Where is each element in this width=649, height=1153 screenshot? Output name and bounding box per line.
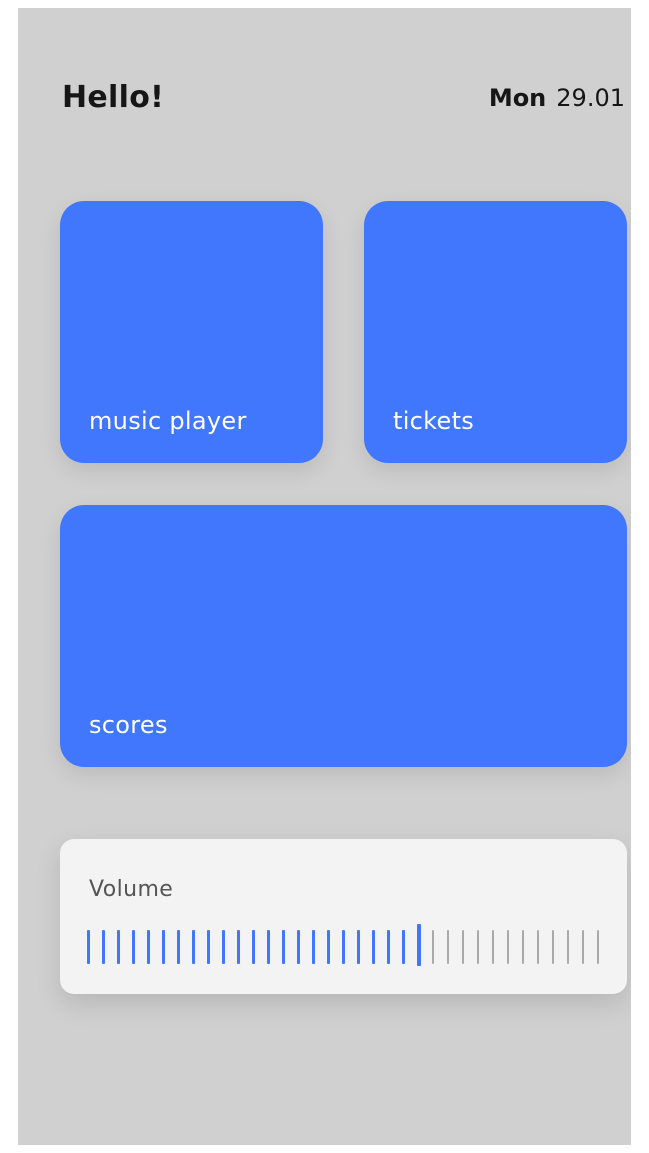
- volume-tick-inactive: [462, 930, 464, 964]
- volume-tick-inactive: [477, 930, 479, 964]
- volume-card: Volume: [60, 839, 627, 994]
- volume-tick-active: [342, 930, 345, 964]
- tickets-label: tickets: [393, 407, 475, 435]
- volume-tick-inactive: [522, 930, 524, 964]
- volume-tick-active: [297, 930, 300, 964]
- scores-tile[interactable]: scores: [60, 505, 627, 767]
- volume-tick-active: [282, 930, 285, 964]
- volume-tick-active: [312, 930, 315, 964]
- volume-tick-inactive: [597, 930, 599, 964]
- volume-tick-active: [357, 930, 360, 964]
- tickets-tile[interactable]: tickets: [364, 201, 627, 463]
- volume-tick-inactive: [537, 930, 539, 964]
- date-value: 29.01: [556, 84, 625, 112]
- volume-tick-active: [162, 930, 165, 964]
- volume-tick-inactive: [492, 930, 494, 964]
- phone-screen: Hello! Mon 29.01 music player tickets sco…: [18, 8, 631, 1145]
- volume-tick-active: [132, 930, 135, 964]
- music-player-tile[interactable]: music player: [60, 201, 323, 463]
- volume-tick-active: [207, 930, 210, 964]
- volume-tick-active: [327, 930, 330, 964]
- date-day: Mon: [488, 84, 547, 112]
- volume-tick-active: [102, 930, 105, 964]
- scores-label: scores: [89, 711, 168, 739]
- volume-tick-active: [237, 930, 240, 964]
- volume-tick-active: [177, 930, 180, 964]
- greeting-title: Hello!: [62, 80, 165, 115]
- volume-tick-inactive: [432, 930, 434, 964]
- volume-tick-inactive: [447, 930, 449, 964]
- volume-tick-inactive: [567, 930, 569, 964]
- volume-tick-active: [192, 930, 195, 964]
- volume-slider[interactable]: [87, 924, 607, 966]
- date-display: Mon 29.01: [489, 84, 625, 112]
- volume-tick-active: [117, 930, 120, 964]
- volume-tick-inactive: [582, 930, 584, 964]
- volume-thumb: [417, 924, 421, 966]
- volume-tick-active: [252, 930, 255, 964]
- volume-tick-active: [372, 930, 375, 964]
- volume-tick-active: [402, 930, 405, 964]
- volume-tick-active: [387, 930, 390, 964]
- volume-tick-inactive: [552, 930, 554, 964]
- volume-tick-inactive: [507, 930, 509, 964]
- music-player-label: music player: [89, 407, 247, 435]
- volume-tick-active: [87, 930, 90, 964]
- volume-tick-active: [267, 930, 270, 964]
- volume-tick-active: [147, 930, 150, 964]
- volume-tick-active: [222, 930, 225, 964]
- volume-label: Volume: [89, 877, 174, 902]
